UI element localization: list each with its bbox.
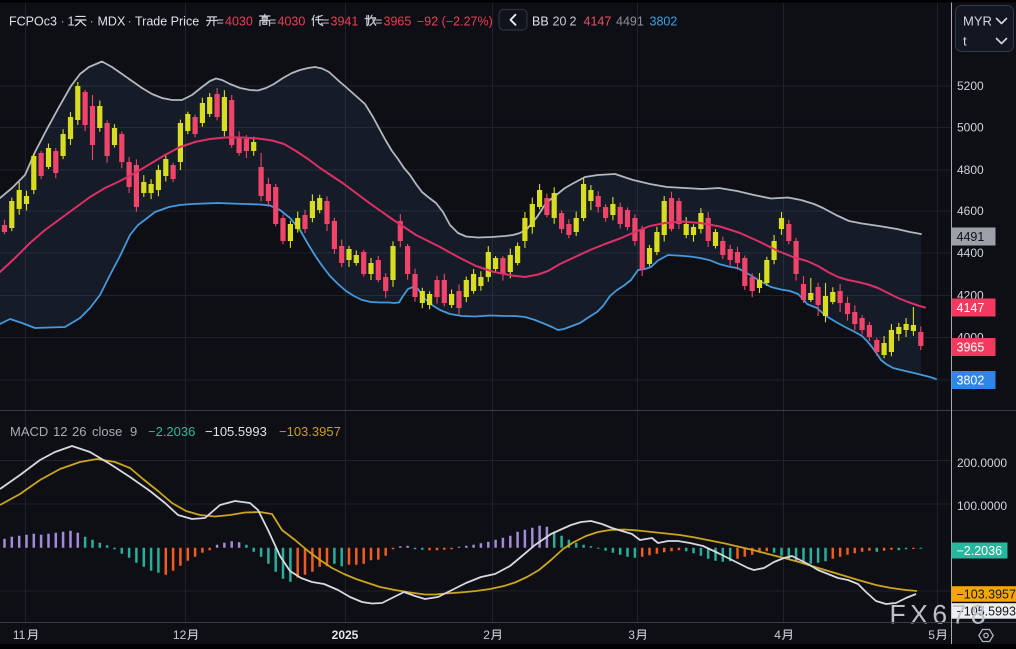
svg-text:MDX: MDX <box>98 15 126 29</box>
svg-text:=: = <box>375 15 382 29</box>
svg-text:20: 20 <box>553 15 567 29</box>
svg-text:4030: 4030 <box>225 15 253 29</box>
svg-text:2: 2 <box>570 15 577 29</box>
svg-text:−105.5993: −105.5993 <box>205 424 267 439</box>
svg-text:2: 2 <box>483 628 490 642</box>
svg-text:MACD: MACD <box>10 424 48 439</box>
svg-text:3802: 3802 <box>650 15 678 29</box>
svg-text:4147: 4147 <box>957 301 985 315</box>
svg-text:4800: 4800 <box>957 163 984 177</box>
svg-text:5: 5 <box>928 628 935 642</box>
svg-text:close: close <box>92 424 122 439</box>
svg-text:3802: 3802 <box>957 373 985 387</box>
svg-text:·: · <box>128 15 132 29</box>
svg-text:3: 3 <box>628 628 635 642</box>
svg-text:4491: 4491 <box>957 230 985 244</box>
svg-text:−2.2036: −2.2036 <box>148 424 195 439</box>
svg-text:4030: 4030 <box>278 15 306 29</box>
svg-text:5200: 5200 <box>957 79 984 93</box>
svg-text:4600: 4600 <box>957 204 984 218</box>
svg-text:26: 26 <box>72 424 86 439</box>
svg-text:=: = <box>269 15 276 29</box>
svg-text:−103.3957: −103.3957 <box>279 424 341 439</box>
svg-text:4400: 4400 <box>957 246 984 260</box>
svg-text:=: = <box>217 15 224 29</box>
svg-text:2025: 2025 <box>332 628 359 642</box>
svg-text:3965: 3965 <box>957 340 985 354</box>
svg-text:200.0000: 200.0000 <box>957 456 1007 470</box>
svg-text:BB: BB <box>532 15 549 29</box>
svg-text:Trade Price: Trade Price <box>135 15 199 29</box>
svg-text:3965: 3965 <box>384 15 412 29</box>
svg-text:11: 11 <box>13 628 26 642</box>
svg-text:4: 4 <box>774 628 781 642</box>
svg-text:·: · <box>90 15 94 29</box>
svg-text:FCPOc3: FCPOc3 <box>9 15 57 29</box>
svg-text:=: = <box>322 15 329 29</box>
svg-text:12: 12 <box>53 424 67 439</box>
svg-text:MYR: MYR <box>963 14 992 29</box>
svg-text:12: 12 <box>173 628 187 642</box>
svg-text:3941: 3941 <box>331 15 359 29</box>
svg-text:−2.2036: −2.2036 <box>957 544 1003 558</box>
svg-text:9: 9 <box>130 424 137 439</box>
svg-text:4147: 4147 <box>584 15 612 29</box>
svg-text:t: t <box>963 34 967 49</box>
svg-text:100.0000: 100.0000 <box>957 499 1007 513</box>
svg-text:4491: 4491 <box>616 15 644 29</box>
svg-text:−92 (−2.27%): −92 (−2.27%) <box>417 15 493 29</box>
svg-text:1: 1 <box>68 15 75 29</box>
svg-text:·: · <box>61 15 65 29</box>
svg-text:5000: 5000 <box>957 121 984 135</box>
